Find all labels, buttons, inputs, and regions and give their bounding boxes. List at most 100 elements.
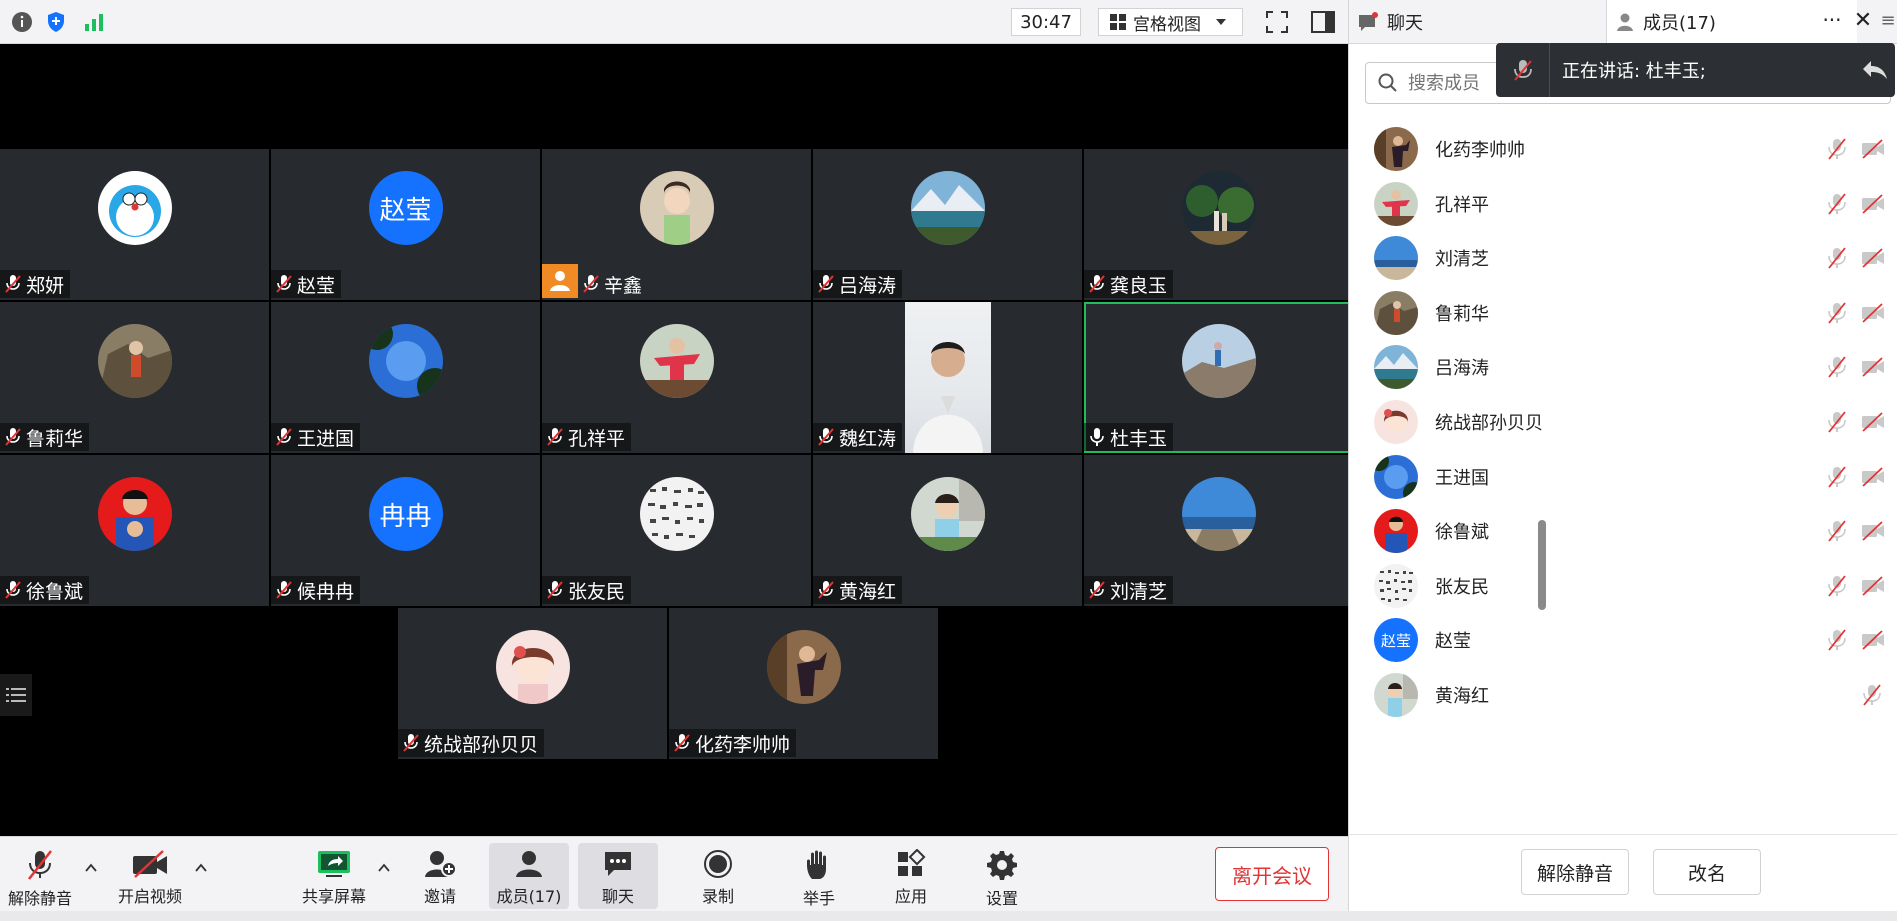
unmute-button[interactable]: 解除静音 — [0, 843, 80, 909]
video-tile[interactable]: 吕海涛 — [813, 149, 1082, 300]
members-icon — [516, 851, 542, 877]
share-screen-button[interactable]: 共享屏幕 — [294, 843, 374, 909]
mic-active-icon — [1090, 428, 1104, 446]
mic-muted-icon[interactable] — [1826, 520, 1848, 542]
mic-muted-icon[interactable] — [1826, 138, 1848, 160]
signal-strength-icon[interactable] — [80, 8, 108, 36]
video-off-icon[interactable] — [1861, 356, 1885, 378]
fullscreen-icon[interactable] — [1262, 8, 1292, 36]
start-video-button[interactable]: 开启视频 — [110, 843, 190, 909]
member-name: 王进国 — [1435, 467, 1489, 489]
panel-menu-icon[interactable]: ≡ — [1879, 8, 1897, 36]
members-label: 成员(17) — [496, 887, 562, 906]
chat-button[interactable]: 聊天 — [578, 843, 658, 909]
member-name: 徐鲁斌 — [1435, 522, 1489, 544]
video-off-icon[interactable] — [1861, 520, 1885, 542]
mic-muted-icon — [28, 850, 52, 880]
mute-all-unmute-button[interactable]: 解除静音 — [1521, 849, 1629, 895]
share-label: 共享屏幕 — [301, 887, 366, 906]
participant-name-tag: 杜丰玉 — [1084, 423, 1174, 451]
video-tile[interactable]: 冉冉 候冉冉 — [271, 455, 540, 606]
mic-muted-icon — [1089, 275, 1105, 293]
video-off-icon[interactable] — [1861, 193, 1885, 215]
avatar — [639, 171, 714, 245]
members-icon — [1617, 13, 1633, 31]
video-tile[interactable]: 辛鑫 — [542, 149, 811, 300]
video-tile[interactable]: 黄海红 — [813, 455, 1082, 606]
mic-muted-icon[interactable] — [1826, 193, 1848, 215]
video-tile[interactable]: 孔祥平 — [542, 302, 811, 453]
mic-muted-icon[interactable] — [1826, 356, 1848, 378]
video-off-icon[interactable] — [1861, 629, 1885, 651]
video-tile[interactable]: 鲁莉华 — [0, 302, 269, 453]
collapse-arrow-icon[interactable] — [1855, 59, 1895, 81]
settings-label: 设置 — [985, 889, 1018, 908]
video-tile[interactable]: 王进国 — [271, 302, 540, 453]
chevron-up-icon[interactable] — [377, 861, 391, 875]
record-icon — [704, 850, 732, 878]
video-off-icon[interactable] — [1861, 302, 1885, 324]
participant-name-tag: 孔祥平 — [542, 423, 632, 451]
member-list-scrollbar[interactable] — [1538, 520, 1546, 610]
mic-muted-icon[interactable] — [1826, 575, 1848, 597]
tab-chat[interactable]: 聊天 — [1349, 0, 1607, 44]
mic-muted-icon[interactable] — [1826, 629, 1848, 651]
avatar — [639, 324, 714, 398]
view-mode-dropdown[interactable]: 宫格视图 — [1098, 8, 1243, 36]
video-tile[interactable]: 龚良玉 — [1084, 149, 1353, 300]
raise-hand-button[interactable]: 举手 — [779, 843, 859, 909]
mic-muted-icon[interactable] — [1826, 247, 1848, 269]
participant-name: 魏红涛 — [839, 427, 897, 450]
meeting-timer: 30:47 — [1011, 8, 1081, 36]
leave-meeting-button[interactable]: 离开会议 — [1215, 847, 1329, 901]
participant-name-tag: 吕海涛 — [813, 270, 903, 298]
member-name: 张友民 — [1435, 576, 1489, 598]
video-tile[interactable]: 化药李帅帅 — [669, 608, 938, 759]
video-off-icon[interactable] — [1861, 247, 1885, 269]
video-off-icon[interactable] — [1861, 575, 1885, 597]
chevron-up-icon[interactable] — [194, 861, 208, 875]
members-button[interactable]: 成员(17) — [489, 843, 569, 909]
mic-muted-icon[interactable] — [1826, 302, 1848, 324]
list-toggle-icon[interactable] — [0, 674, 32, 716]
mic-muted-icon[interactable] — [1861, 684, 1883, 706]
member-name: 孔祥平 — [1435, 194, 1489, 216]
video-tile[interactable]: 赵莹 赵莹 — [271, 149, 540, 300]
participant-name: 王进国 — [297, 427, 355, 450]
more-options-icon[interactable]: ··· — [1817, 8, 1847, 36]
video-tile[interactable]: 刘清芝 — [1084, 455, 1353, 606]
sidebar-toggle-icon[interactable] — [1308, 8, 1338, 36]
invite-button[interactable]: 邀请 — [400, 843, 480, 909]
speaking-indicator: 正在讲话: 杜丰玉; — [1496, 43, 1895, 97]
panel-tabs: 聊天 成员(17) ··· ✕ ≡ — [1349, 0, 1897, 44]
avatar — [495, 630, 570, 704]
mic-muted-icon[interactable] — [1826, 411, 1848, 433]
video-off-icon[interactable] — [1861, 411, 1885, 433]
settings-button[interactable]: 设置 — [962, 843, 1042, 909]
security-shield-icon[interactable] — [42, 8, 70, 36]
close-icon[interactable]: ✕ — [1849, 8, 1877, 36]
video-tile-active-speaker[interactable]: 杜丰玉 — [1084, 302, 1353, 453]
video-tile[interactable]: 统战部孙贝贝 — [398, 608, 667, 759]
video-off-icon[interactable] — [1861, 466, 1885, 488]
info-icon[interactable] — [8, 8, 36, 36]
mic-muted-icon — [403, 734, 419, 752]
gear-icon — [987, 851, 1017, 880]
video-tile[interactable]: 郑妍 — [0, 149, 269, 300]
participant-name: 杜丰玉 — [1110, 427, 1168, 450]
panel-footer: 解除静音 改名 — [1349, 834, 1897, 921]
member-list: 化药李帅帅 孔祥平 刘清芝 鲁莉华 吕海涛 统战部孙贝贝 王进国 徐鲁斌 张友民 赵莹 赵莹 黄海红 — [1349, 116, 1897, 834]
video-off-icon[interactable] — [1861, 138, 1885, 160]
rename-button[interactable]: 改名 — [1653, 849, 1761, 895]
chevron-up-icon[interactable] — [84, 861, 98, 875]
chat-icon — [605, 852, 631, 876]
raise-hand-label: 举手 — [802, 889, 835, 908]
apps-button[interactable]: 应用 — [871, 843, 951, 909]
member-row[interactable]: 黄海红 — [1349, 662, 1897, 728]
video-tile[interactable]: 魏红涛 — [813, 302, 1082, 453]
apps-icon — [898, 849, 926, 876]
mic-muted-icon[interactable] — [1826, 466, 1848, 488]
video-tile[interactable]: 徐鲁斌 — [0, 455, 269, 606]
video-tile[interactable]: 张友民 — [542, 455, 811, 606]
record-button[interactable]: 录制 — [678, 843, 758, 909]
